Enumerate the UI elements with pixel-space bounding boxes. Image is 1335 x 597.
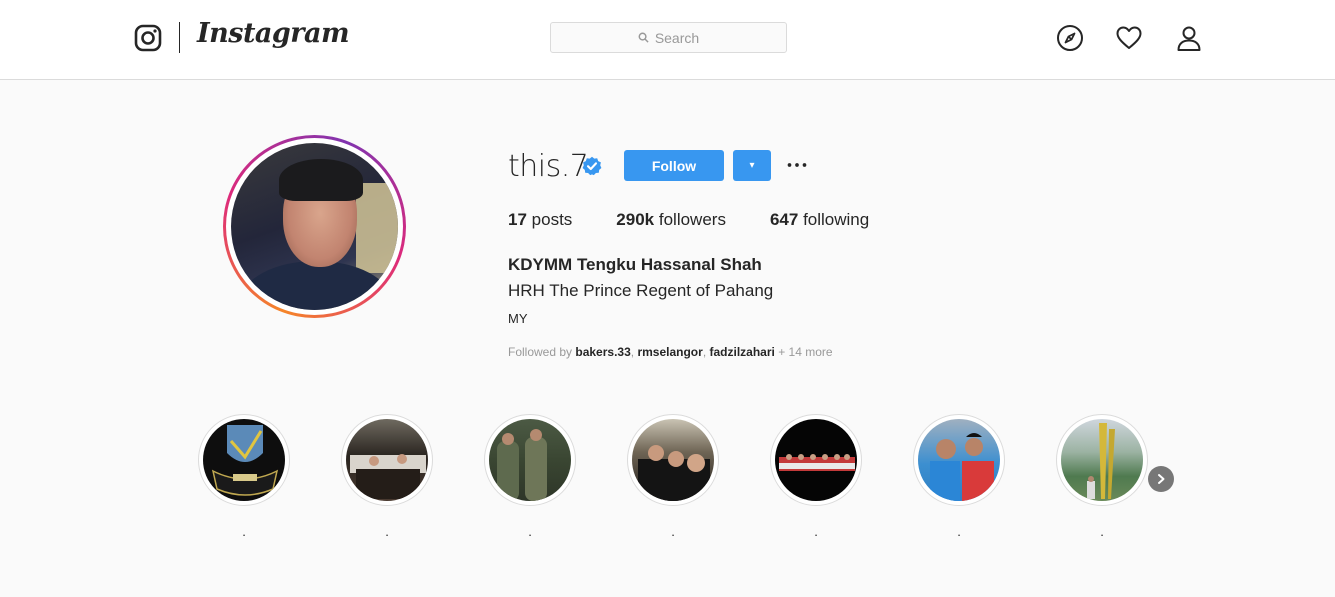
highlight-cover xyxy=(775,419,857,501)
more-dots-icon xyxy=(787,163,807,167)
follow-button[interactable]: Follow xyxy=(624,150,724,181)
nav-divider xyxy=(179,22,180,53)
heart-icon[interactable] xyxy=(1115,24,1143,52)
story-highlight[interactable] xyxy=(1056,414,1148,506)
followed-by-prefix: Followed by xyxy=(508,345,573,359)
story-highlight[interactable] xyxy=(484,414,576,506)
search-icon xyxy=(638,32,649,43)
highlight-label: . xyxy=(671,524,675,539)
posts-count: 17 xyxy=(508,210,527,229)
chevron-right-icon xyxy=(1158,474,1165,484)
search-placeholder: Search xyxy=(654,29,700,46)
instagram-wordmark[interactable]: Instagram xyxy=(197,18,350,49)
more-options-button[interactable] xyxy=(785,150,809,180)
avatar-photo-window xyxy=(356,183,398,273)
story-highlight[interactable] xyxy=(341,414,433,506)
verified-badge-icon xyxy=(582,156,602,176)
highlight-cover xyxy=(632,419,714,501)
highlight-cover xyxy=(346,419,428,501)
posts-label: posts xyxy=(531,210,573,229)
search-input[interactable]: Search xyxy=(550,22,787,53)
avatar-photo-hair xyxy=(279,159,363,201)
posts-stat: 17 posts xyxy=(508,210,572,230)
highlight-cover xyxy=(489,419,571,501)
profile-bio: HRH The Prince Regent of Pahang xyxy=(508,281,774,300)
followed-by-account[interactable]: fadzilzahari xyxy=(710,345,775,359)
following-label: following xyxy=(803,210,870,229)
profile-avatar[interactable] xyxy=(223,135,406,318)
following-stat[interactable]: 647 following xyxy=(770,210,869,230)
profile-full-name: KDYMM Tengku Hassanal Shah xyxy=(508,255,762,274)
followed-by-account[interactable]: bakers.33 xyxy=(575,345,630,359)
story-highlight[interactable] xyxy=(913,414,1005,506)
followed-by-more[interactable]: + 14 more xyxy=(778,345,832,359)
profile-icon[interactable] xyxy=(1175,24,1203,52)
highlight-cover xyxy=(918,419,1000,501)
highlight-label: . xyxy=(528,524,532,539)
explore-compass-icon[interactable] xyxy=(1056,24,1084,52)
highlight-cover xyxy=(1061,419,1143,501)
highlight-label: . xyxy=(242,524,246,539)
profile-stats: 17 posts 290k followers 647 following xyxy=(508,210,913,230)
profile-username: this.7 xyxy=(508,149,589,184)
followers-stat[interactable]: 290k followers xyxy=(616,210,726,230)
highlight-label: . xyxy=(1100,524,1104,539)
highlight-label: . xyxy=(385,524,389,539)
followers-count: 290k xyxy=(616,210,655,229)
suggested-dropdown-button[interactable]: ▾ xyxy=(733,150,771,181)
followed-by-separator: , xyxy=(630,345,635,359)
avatar-photo xyxy=(231,143,398,310)
highlight-label: . xyxy=(814,524,818,539)
highlight-label: . xyxy=(957,524,961,539)
story-highlight[interactable] xyxy=(627,414,719,506)
followers-label: followers xyxy=(658,210,726,229)
story-highlight[interactable] xyxy=(770,414,862,506)
instagram-glyph-icon[interactable] xyxy=(134,24,162,52)
followed-by-account[interactable]: rmselangor xyxy=(637,345,702,359)
followed-by[interactable]: Followed by bakers.33, rmselangor, fadzi… xyxy=(508,345,833,359)
followed-by-separator: , xyxy=(702,345,707,359)
highlight-cover xyxy=(203,419,285,501)
top-nav: Instagram Search xyxy=(0,0,1335,80)
avatar-frame xyxy=(226,138,403,315)
story-highlight[interactable] xyxy=(198,414,290,506)
highlights-next-button[interactable] xyxy=(1148,466,1174,492)
profile-country: MY xyxy=(508,311,528,326)
following-count: 647 xyxy=(769,210,799,229)
